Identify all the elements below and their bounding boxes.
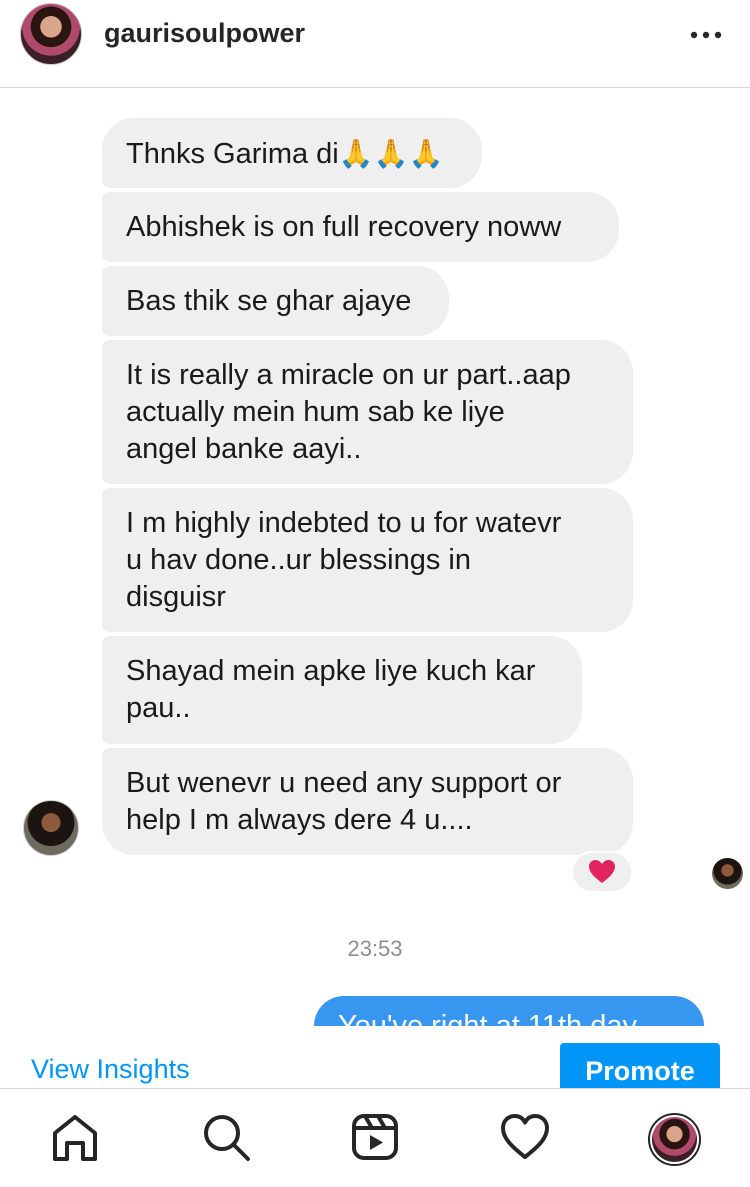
message-line: I m highly indebted to u for watevr: [126, 507, 562, 539]
thread-username[interactable]: gaurisoulpower: [104, 18, 305, 49]
message-line: Shayad mein apke liye kuch kar: [126, 655, 536, 687]
profile-avatar-image: [652, 1117, 697, 1162]
message-line: help I m always dere 4 u....: [126, 804, 473, 836]
sender-avatar[interactable]: [23, 800, 79, 856]
message-timestamp: 23:53: [347, 936, 403, 961]
message-line: u hav done..ur blessings in: [126, 544, 471, 576]
message-bubble[interactable]: Shayad mein apke liye kuch kar pau..: [102, 636, 582, 744]
insights-bar: View Insights Promote: [0, 1026, 750, 1099]
thread-header: gaurisoulpower: [0, 0, 750, 88]
message-line: actually mein hum sab ke liye: [126, 396, 505, 428]
heart-icon[interactable]: [497, 1109, 553, 1165]
home-icon[interactable]: [47, 1109, 103, 1165]
heart-reaction-icon: [589, 860, 615, 883]
bottom-nav: [0, 1088, 750, 1187]
message-line: pau..: [126, 692, 191, 724]
message-bubble[interactable]: It is really a miracle on ur part..aap a…: [102, 340, 633, 484]
message-bubble[interactable]: Bas thik se ghar ajaye: [102, 266, 449, 336]
heart-reaction[interactable]: [571, 851, 633, 893]
message-text: Bas thik se ghar ajaye: [126, 285, 412, 317]
search-icon[interactable]: [198, 1109, 254, 1165]
message-line: But wenevr u need any support or: [126, 767, 562, 799]
profile-avatar[interactable]: [648, 1113, 701, 1166]
message-line: It is really a miracle on ur part..aap: [126, 359, 571, 391]
thread-avatar[interactable]: [20, 3, 82, 65]
message-line: angel banke aayi..: [126, 433, 362, 465]
view-insights-link[interactable]: View Insights: [31, 1054, 190, 1085]
message-text: Abhishek is on full recovery noww: [126, 211, 562, 243]
reels-icon[interactable]: [347, 1109, 403, 1165]
folded-hands-emoji: 🙏🙏🙏: [338, 138, 444, 169]
message-text: Thnks Garima di: [126, 138, 339, 170]
dm-thread-screen: gaurisoulpower Thnks Garima di🙏🙏🙏 Abhish…: [0, 0, 750, 1187]
message-line: disguisr: [126, 581, 226, 613]
message-bubble[interactable]: I m highly indebted to u for watevr u ha…: [102, 488, 633, 632]
message-bubble[interactable]: Abhishek is on full recovery noww: [102, 192, 619, 262]
more-options-icon[interactable]: [686, 23, 726, 47]
message-bubble[interactable]: Thnks Garima di🙏🙏🙏: [102, 118, 482, 188]
message-bubble[interactable]: But wenevr u need any support or help I …: [102, 748, 633, 855]
seen-avatar: [712, 858, 743, 889]
